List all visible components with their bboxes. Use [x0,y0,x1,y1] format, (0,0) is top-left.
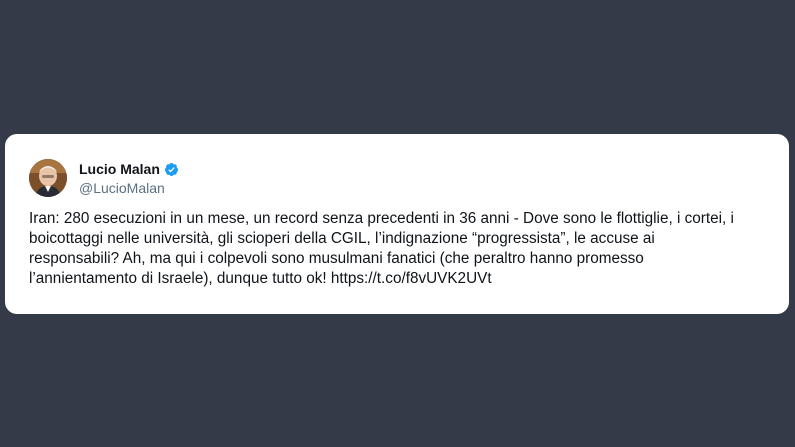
tweet-text-line: boicottaggi nelle università, gli sciope… [29,230,655,247]
avatar[interactable] [29,159,67,197]
author-block: Lucio Malan @LucioMalan [79,160,179,197]
author-handle[interactable]: @LucioMalan [79,179,179,197]
tweet-text-line: responsabili? Ah, ma qui i colpevoli son… [29,250,644,267]
display-name[interactable]: Lucio Malan [79,160,160,178]
name-row: Lucio Malan [79,160,179,178]
avatar-photo-icon [29,159,67,197]
tweet-text-line: l’annientamento di Israele), dunque tutt… [29,270,492,287]
tweet-text-line: Iran: 280 esecuzioni in un mese, un reco… [29,210,734,227]
verified-badge-icon [164,162,179,177]
tweet-card: Lucio Malan @LucioMalan Iran: 280 esecuz… [5,134,789,314]
tweet-text: Iran: 280 esecuzioni in un mese, un reco… [29,209,769,289]
